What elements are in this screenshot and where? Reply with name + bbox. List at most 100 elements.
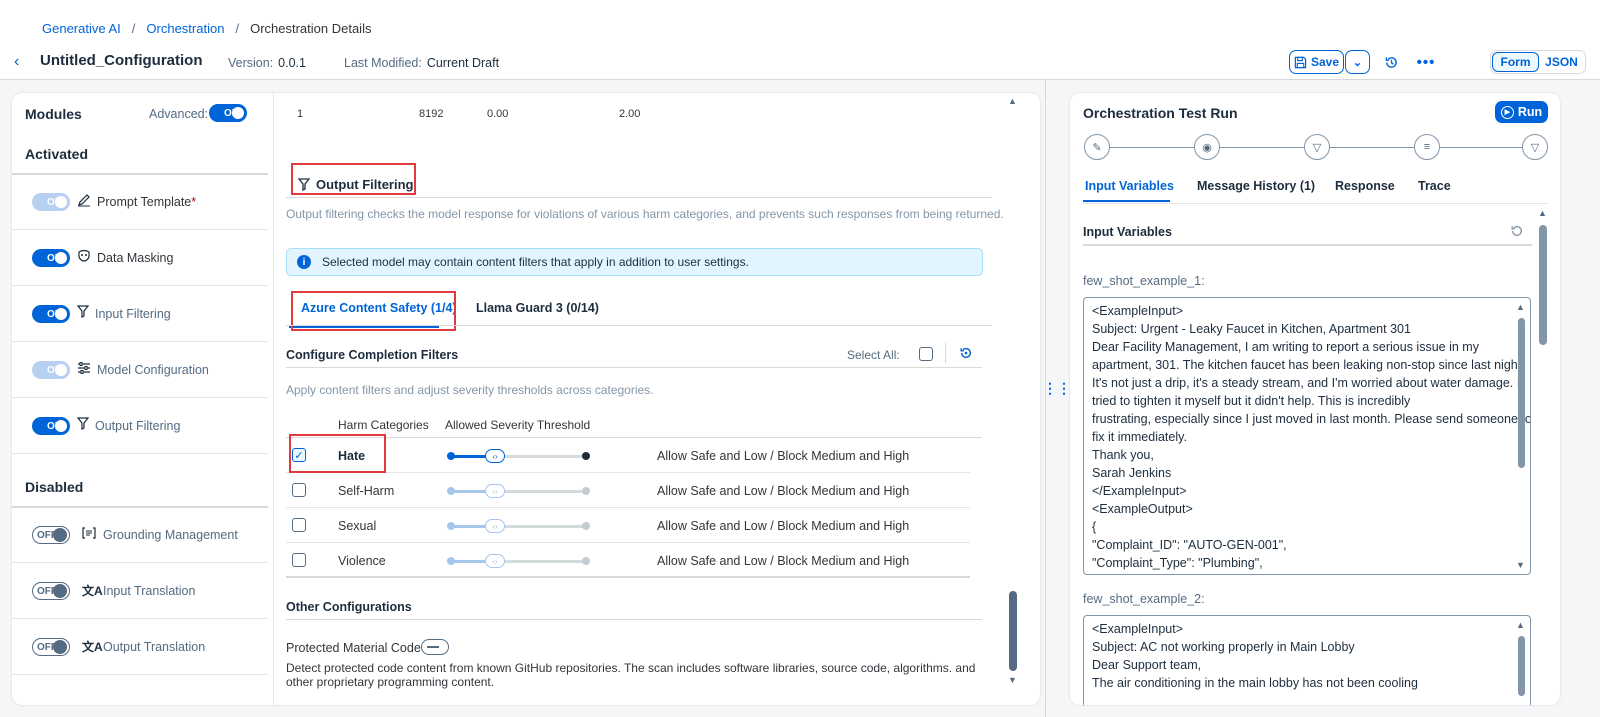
configure-filters-title: Configure Completion Filters xyxy=(286,348,459,362)
variable-label-1: few_shot_example_1: xyxy=(1083,274,1205,288)
tab-input-variables[interactable]: Input Variables xyxy=(1085,179,1174,193)
tab-llama-guard[interactable]: Llama Guard 3 (0/14) xyxy=(476,301,599,315)
highlight-box xyxy=(291,163,416,195)
page-title: Untitled_Configuration xyxy=(40,52,203,69)
filter-icon: ▽ xyxy=(1530,141,1540,154)
step-output-filtering[interactable]: ▽ xyxy=(1522,134,1548,160)
step-prompt-template[interactable]: ✎ xyxy=(1084,134,1110,160)
module-prompt-template[interactable]: ON Prompt Template* xyxy=(12,174,268,230)
few-shot-example-2-textarea[interactable]: <ExampleInput> Subject: AC not working pr… xyxy=(1083,615,1531,705)
history-icon[interactable] xyxy=(1379,50,1403,74)
text-line: </ExampleInput> xyxy=(1092,484,1187,498)
filter-icon xyxy=(76,305,90,321)
breadcrumb: Generative AI / Orchestration / Orchestr… xyxy=(42,21,372,36)
prompt-template-icon xyxy=(77,193,91,210)
module-grounding-management[interactable]: OFF Grounding Management xyxy=(12,507,268,563)
grounding-management-toggle[interactable]: OFF xyxy=(32,526,70,544)
reset-icon[interactable] xyxy=(1510,224,1524,241)
variable-label-2: few_shot_example_2: xyxy=(1083,592,1205,606)
step-data-masking[interactable]: ◉ xyxy=(1194,134,1220,160)
severity-slider[interactable]: ‹› xyxy=(447,554,590,568)
scroll-up-icon: ▲ xyxy=(1516,620,1525,630)
disabled-heading: Disabled xyxy=(25,479,84,495)
sliders-icon: ≡ xyxy=(1423,141,1431,153)
input-filtering-toggle[interactable]: ON xyxy=(32,305,70,323)
module-label: Input Translation xyxy=(103,584,196,598)
text-line: <ExampleInput> xyxy=(1092,622,1184,636)
panel-scrollbar[interactable]: ▲ xyxy=(1537,208,1549,703)
severity-slider[interactable]: ‹› xyxy=(447,519,590,533)
advanced-toggle[interactable]: ON xyxy=(209,104,247,122)
text-line: "Complaint_Type": "Plumbing", xyxy=(1092,556,1263,570)
self-harm-checkbox[interactable] xyxy=(292,483,306,497)
protected-material-code-label: Protected Material Code xyxy=(286,641,421,655)
module-data-masking[interactable]: ON Data Masking xyxy=(12,230,268,286)
configuration-panel: Modules Advanced: ON Activated ON Prompt… xyxy=(12,93,1040,705)
category-label: Self-Harm xyxy=(338,484,395,498)
output-translation-toggle[interactable]: OFF xyxy=(32,638,70,656)
translate-icon: 文A xyxy=(82,640,103,654)
text-line: <ExampleInput> xyxy=(1092,304,1184,318)
module-output-translation[interactable]: OFF 文A Output Translation xyxy=(12,619,268,675)
data-masking-toggle[interactable]: ON xyxy=(32,249,70,267)
view-form-button[interactable]: Form xyxy=(1492,52,1539,72)
textarea-scrollbar[interactable]: ▲ ▼ xyxy=(1515,302,1527,570)
text-line: frustrating, especially since I just mov… xyxy=(1092,412,1531,426)
reset-icon[interactable] xyxy=(959,346,973,363)
content-scrollbar[interactable]: ▲ ▼ xyxy=(1005,93,1021,705)
save-button[interactable]: Save xyxy=(1289,50,1344,74)
severity-slider[interactable]: ‹› xyxy=(447,449,590,463)
step-model-configuration[interactable]: ≡ xyxy=(1414,134,1440,160)
scrollbar-thumb[interactable] xyxy=(1009,591,1017,671)
more-options-icon[interactable]: ••• xyxy=(1414,50,1438,74)
tab-message-history[interactable]: Message History (1) xyxy=(1197,179,1315,193)
translate-icon: 文A xyxy=(82,584,103,598)
param-value-3: 0.00 xyxy=(487,108,509,120)
scrollbar-thumb[interactable] xyxy=(1539,225,1547,345)
tab-trace[interactable]: Trace xyxy=(1418,179,1451,193)
run-button[interactable]: ▶ Run xyxy=(1495,101,1548,123)
table-row: ✓ Hate ‹› Allow Safe and Low / Block Med… xyxy=(286,438,970,473)
module-model-configuration[interactable]: ON Model Configuration xyxy=(12,342,268,398)
module-input-translation[interactable]: OFF 文A Input Translation xyxy=(12,563,268,619)
slider-handle: ‹› xyxy=(485,519,505,533)
modules-title: Modules xyxy=(25,106,82,122)
slider-handle: ‹› xyxy=(485,484,505,498)
play-icon: ▶ xyxy=(1500,105,1514,119)
panel-splitter[interactable]: ⋮⋮ xyxy=(1040,80,1071,717)
module-label: Model Configuration xyxy=(97,363,209,377)
param-value-2: 8192 xyxy=(419,108,444,120)
textarea-scrollbar[interactable]: ▲ xyxy=(1515,620,1527,705)
step-input-filtering[interactable]: ▽ xyxy=(1304,134,1330,160)
grip-icon[interactable]: ⋮⋮ xyxy=(1043,380,1071,397)
few-shot-example-1-textarea[interactable]: <ExampleInput> Subject: Urgent - Leaky Fa… xyxy=(1083,297,1531,575)
highlight-box xyxy=(289,434,386,473)
sexual-checkbox[interactable] xyxy=(292,518,306,532)
output-filtering-toggle[interactable]: ON xyxy=(32,417,70,435)
threshold-label: Allow Safe and Low / Block Medium and Hi… xyxy=(657,449,910,463)
tab-response[interactable]: Response xyxy=(1335,179,1395,193)
back-icon[interactable]: ‹ xyxy=(14,53,19,71)
select-all-checkbox[interactable] xyxy=(919,347,933,361)
violence-checkbox[interactable] xyxy=(292,553,306,567)
breadcrumb-link-generative-ai[interactable]: Generative AI xyxy=(42,21,121,36)
required-indicator: * xyxy=(191,195,197,209)
protected-material-code-switch[interactable] xyxy=(421,639,449,655)
modules-column: Modules Advanced: ON Activated ON Prompt… xyxy=(12,93,274,705)
module-output-filtering[interactable]: ON Output Filtering xyxy=(12,398,268,454)
page-header: Generative AI / Orchestration / Orchestr… xyxy=(0,0,1600,80)
threshold-label: Allow Safe and Low / Block Medium and Hi… xyxy=(657,554,910,568)
model-configuration-toggle: ON xyxy=(32,361,70,379)
param-value-1: 1 xyxy=(297,108,304,120)
view-json-button[interactable]: JSON xyxy=(1539,52,1584,72)
save-options-button[interactable]: ⌄ xyxy=(1345,50,1370,74)
module-input-filtering[interactable]: ON Input Filtering xyxy=(12,286,268,342)
slider-handle: ‹› xyxy=(485,554,505,568)
scroll-up-icon: ▲ xyxy=(1008,96,1017,106)
grounding-icon xyxy=(82,526,96,543)
text-line: Thank you, xyxy=(1092,448,1154,462)
breadcrumb-current: Orchestration Details xyxy=(250,21,372,36)
input-translation-toggle[interactable]: OFF xyxy=(32,582,70,600)
severity-slider[interactable]: ‹› xyxy=(447,484,590,498)
breadcrumb-link-orchestration[interactable]: Orchestration xyxy=(146,21,224,36)
